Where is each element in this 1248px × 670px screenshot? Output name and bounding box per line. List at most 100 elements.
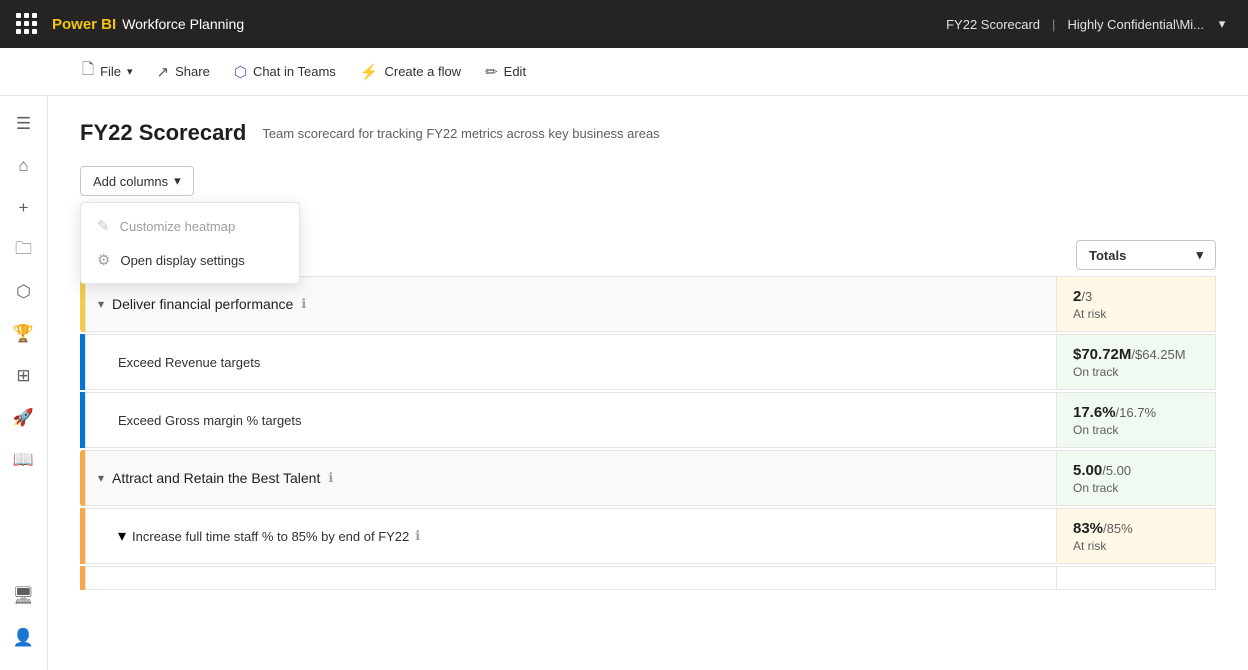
cell-value-main: 2/3: [1073, 288, 1199, 305]
sidebar-person-btn[interactable]: 👤: [4, 618, 44, 658]
sidebar-data-btn[interactable]: ⬡: [4, 272, 44, 312]
apps-icon[interactable]: [16, 13, 38, 35]
sidebar-learn-btn[interactable]: 📖: [4, 440, 44, 480]
toolbar: 🗋 File ▾ ↗ Share ⬡ Chat in Teams ⚡ Creat…: [0, 48, 1248, 96]
report-title: FY22 Scorecard: [946, 17, 1040, 32]
file-icon: 🗋: [82, 59, 94, 84]
cell-value-main: 83%/85%: [1073, 520, 1199, 537]
file-chevron-icon: ▾: [127, 65, 133, 78]
sidebar-home-btn[interactable]: ⌂: [4, 146, 44, 186]
chat-label: Chat in Teams: [253, 64, 336, 79]
page-title: FY22 Scorecard: [80, 120, 246, 146]
edit-icon: ✏: [485, 63, 498, 81]
heatmap-icon: ✎: [97, 217, 110, 235]
share-button[interactable]: ↗ Share: [147, 57, 220, 87]
topbar-right: FY22 Scorecard | Highly Confidential\Mi.…: [946, 14, 1232, 34]
cell-value-main: 5.00/5.00: [1073, 462, 1199, 479]
share-icon: ↗: [157, 63, 170, 81]
totals-label: Totals: [1089, 248, 1126, 263]
open-display-settings-label: Open display settings: [120, 253, 244, 268]
teams-icon: ⬡: [234, 63, 247, 81]
sidebar: ☰ ⌂ + 🗀 ⬡ 🏆 ⊞ 🚀 📖 🖥 👤: [0, 96, 48, 670]
sidebar-monitor-btn[interactable]: 🖥: [4, 576, 44, 616]
totals-chevron-icon: ▾: [1196, 247, 1203, 263]
totals-cell-partial: [1056, 566, 1216, 590]
scorecard-area: Totals ▾ ▾ Deliver financial performance…: [80, 240, 1216, 590]
cell-value-secondary: /85%: [1103, 521, 1133, 536]
child-row-left: ▾ Increase full time staff % to 85% by e…: [85, 508, 1056, 564]
chat-teams-button[interactable]: ⬡ Chat in Teams: [224, 57, 346, 87]
cell-status: On track: [1073, 423, 1199, 437]
flow-label: Create a flow: [384, 64, 461, 79]
row-label: Exceed Revenue targets: [118, 355, 260, 370]
sidebar-plus-btn[interactable]: +: [4, 188, 44, 228]
group-row-left: ▾ Deliver financial performance ℹ: [85, 276, 1056, 332]
group-row-left: ▾ Attract and Retain the Best Talent ℹ: [85, 450, 1056, 506]
info-icon: ℹ: [301, 296, 306, 312]
sidebar-goals-btn[interactable]: 🚀: [4, 398, 44, 438]
cell-status: On track: [1073, 365, 1199, 379]
page-header: FY22 Scorecard Team scorecard for tracki…: [80, 120, 1216, 146]
cell-value-secondary: /5.00: [1102, 463, 1131, 478]
sensitivity-label: Highly Confidential\Mi...: [1067, 17, 1204, 32]
cell-status: At risk: [1073, 307, 1199, 321]
sidebar-trophy-btn[interactable]: 🏆: [4, 314, 44, 354]
cell-value-secondary: /3: [1081, 289, 1092, 304]
edit-button[interactable]: ✏ Edit: [475, 57, 536, 87]
table-row: [80, 566, 1216, 590]
cell-value-secondary: /$64.25M: [1131, 347, 1185, 362]
table-row: ▾ Attract and Retain the Best Talent ℹ 5…: [80, 450, 1216, 506]
totals-cell: 5.00/5.00 On track: [1056, 450, 1216, 506]
table-row: ▾ Deliver financial performance ℹ 2/3 At…: [80, 276, 1216, 332]
file-label: File: [100, 64, 121, 79]
row-label: Exceed Gross margin % targets: [118, 413, 302, 428]
totals-cell: 83%/85% At risk: [1056, 508, 1216, 564]
info-icon: ℹ: [328, 470, 333, 486]
flow-icon: ⚡: [360, 63, 379, 81]
totals-cell: $70.72M/$64.25M On track: [1056, 334, 1216, 390]
customize-heatmap-label: Customize heatmap: [120, 219, 236, 234]
expand-icon[interactable]: ▾: [98, 297, 104, 311]
main-content: FY22 Scorecard Team scorecard for tracki…: [48, 96, 1248, 670]
share-label: Share: [175, 64, 210, 79]
row-label: Increase full time staff % to 85% by end…: [132, 529, 409, 544]
cell-value-main: 17.6%/16.7%: [1073, 404, 1199, 421]
separator: |: [1052, 17, 1055, 32]
powerbi-logo: Power BI: [52, 16, 116, 33]
table-row: ▾ Increase full time staff % to 85% by e…: [80, 508, 1216, 564]
totals-cell: 17.6%/16.7% On track: [1056, 392, 1216, 448]
add-columns-label: Add columns: [93, 174, 168, 189]
settings-icon: ⚙: [97, 251, 110, 269]
child-row-left: Exceed Revenue targets: [85, 334, 1056, 390]
cell-status: At risk: [1073, 539, 1199, 553]
edit-label: Edit: [504, 64, 526, 79]
table-row: Exceed Revenue targets $70.72M/$64.25M O…: [80, 334, 1216, 390]
cell-value-secondary: /16.7%: [1116, 405, 1156, 420]
sidebar-hamburger-btn[interactable]: ☰: [4, 104, 44, 144]
add-columns-button[interactable]: Add columns ▾: [80, 166, 194, 196]
info-icon: ℹ: [415, 528, 420, 544]
customize-heatmap-item[interactable]: ✎ Customize heatmap: [81, 209, 299, 243]
topbar: Power BI Workforce Planning FY22 Scoreca…: [0, 0, 1248, 48]
create-flow-button[interactable]: ⚡ Create a flow: [350, 57, 471, 87]
add-columns-dropdown: ✎ Customize heatmap ⚙ Open display setti…: [80, 202, 300, 284]
totals-button[interactable]: Totals ▾: [1076, 240, 1216, 270]
sidebar-folder-btn[interactable]: 🗀: [4, 230, 44, 270]
app-name: Workforce Planning: [122, 16, 244, 32]
cell-status: On track: [1073, 481, 1199, 495]
page-description: Team scorecard for tracking FY22 metrics…: [262, 126, 659, 141]
file-button[interactable]: 🗋 File ▾: [72, 53, 143, 90]
row-label: Deliver financial performance: [112, 296, 293, 312]
open-display-settings-item[interactable]: ⚙ Open display settings: [81, 243, 299, 277]
sidebar-dashboard-btn[interactable]: ⊞: [4, 356, 44, 396]
topbar-chevron-icon[interactable]: ▾: [1212, 14, 1232, 34]
expand-icon[interactable]: ▾: [118, 526, 126, 546]
row-label: Attract and Retain the Best Talent: [112, 470, 320, 486]
child-row-left: Exceed Gross margin % targets: [85, 392, 1056, 448]
layout: ☰ ⌂ + 🗀 ⬡ 🏆 ⊞ 🚀 📖 🖥 👤 FY22 Scorecard Tea…: [0, 96, 1248, 670]
child-row-left-partial: [85, 566, 1056, 590]
cell-value-main: $70.72M/$64.25M: [1073, 346, 1199, 363]
add-columns-chevron-icon: ▾: [174, 173, 181, 189]
table-row: Exceed Gross margin % targets 17.6%/16.7…: [80, 392, 1216, 448]
expand-icon[interactable]: ▾: [98, 471, 104, 485]
